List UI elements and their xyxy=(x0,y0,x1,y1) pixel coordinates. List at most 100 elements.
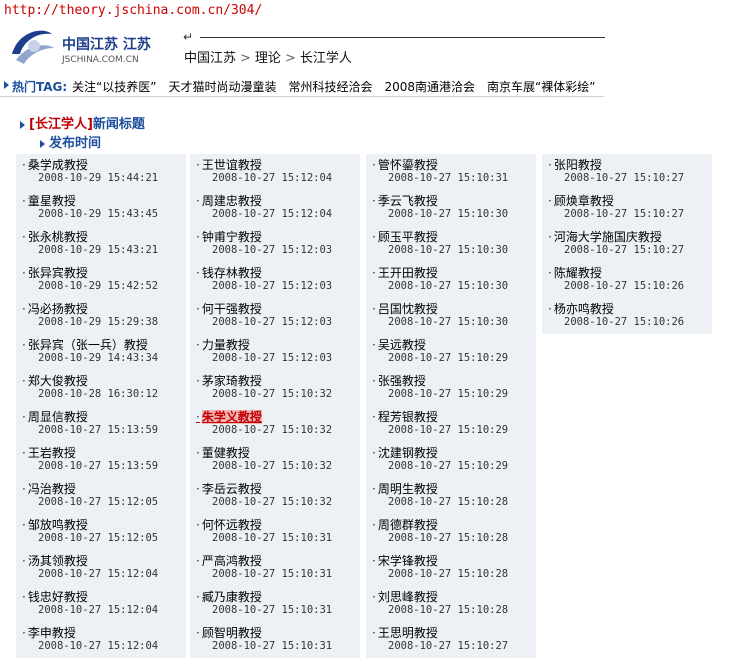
news-item-title[interactable]: · 程芳银教授 xyxy=(372,408,438,425)
news-item[interactable]: · 顾智明教授 2008-10-27 15:10:31 xyxy=(190,622,360,658)
news-item[interactable]: · 张异宾（张一兵）教授 2008-10-29 14:43:34 xyxy=(16,334,186,370)
news-item[interactable]: · 钱忠好教授 2008-10-27 15:12:04 xyxy=(16,586,186,622)
news-item-title[interactable]: · 朱学义教授 xyxy=(196,408,262,425)
news-item-title[interactable]: · 吕国忱教授 xyxy=(372,300,438,317)
news-item[interactable]: · 李申教授 2008-10-27 15:12:04 xyxy=(16,622,186,658)
news-item[interactable]: · 朱学义教授 2008-10-27 15:10:32 xyxy=(190,406,360,442)
news-item-title[interactable]: · 童星教授 xyxy=(22,192,76,209)
news-item-title[interactable]: · 郑大俊教授 xyxy=(22,372,88,389)
news-item[interactable]: · 吴远教授 2008-10-27 15:10:29 xyxy=(366,334,536,370)
news-item-title[interactable]: · 张异宾教授 xyxy=(22,264,88,281)
news-item-title[interactable]: · 桑学成教授 xyxy=(22,156,88,173)
news-item-title[interactable]: · 宋学锋教授 xyxy=(372,552,438,569)
news-item[interactable]: · 周明生教授 2008-10-27 15:10:28 xyxy=(366,478,536,514)
news-item[interactable]: · 茅家琦教授 2008-10-27 15:10:32 xyxy=(190,370,360,406)
news-item[interactable]: · 管怀鎏教授 2008-10-27 15:10:31 xyxy=(366,154,536,190)
hot-tag-link[interactable]: 南京车展“裸体彩绘” xyxy=(487,80,595,94)
news-item[interactable]: · 顾玉平教授 2008-10-27 15:10:30 xyxy=(366,226,536,262)
news-item[interactable]: · 宋学锋教授 2008-10-27 15:10:28 xyxy=(366,550,536,586)
news-item[interactable]: · 顾焕章教授 2008-10-27 15:10:27 xyxy=(542,190,712,226)
news-item[interactable]: · 陈耀教授 2008-10-27 15:10:26 xyxy=(542,262,712,298)
news-item-title[interactable]: · 管怀鎏教授 xyxy=(372,156,438,173)
news-item-title[interactable]: · 李岳云教授 xyxy=(196,480,262,497)
news-item[interactable]: · 邹放鸣教授 2008-10-27 15:12:05 xyxy=(16,514,186,550)
news-item-title[interactable]: · 钱忠好教授 xyxy=(22,588,88,605)
news-item-title[interactable]: · 季云飞教授 xyxy=(372,192,438,209)
news-item-title[interactable]: · 周德群教授 xyxy=(372,516,438,533)
news-item[interactable]: · 王岩教授 2008-10-27 15:13:59 xyxy=(16,442,186,478)
news-item-title[interactable]: · 钱存林教授 xyxy=(196,264,262,281)
site-logo[interactable]: 中国江苏 江苏 JSCHINA.COM.CN xyxy=(8,24,178,70)
news-item-title[interactable]: · 臧乃康教授 xyxy=(196,588,262,605)
news-item-title[interactable]: · 周建忠教授 xyxy=(196,192,262,209)
news-item-title[interactable]: · 刘思峰教授 xyxy=(372,588,438,605)
news-item[interactable]: · 童星教授 2008-10-29 15:43:45 xyxy=(16,190,186,226)
news-item[interactable]: · 郑大俊教授 2008-10-28 16:30:12 xyxy=(16,370,186,406)
news-item-title[interactable]: · 何怀远教授 xyxy=(196,516,262,533)
news-item-title[interactable]: · 冯必扬教授 xyxy=(22,300,88,317)
news-item-title[interactable]: · 顾智明教授 xyxy=(196,624,262,641)
back-arrow-icon[interactable]: ↵ xyxy=(183,30,193,44)
news-item[interactable]: · 力量教授 2008-10-27 15:12:03 xyxy=(190,334,360,370)
news-item[interactable]: · 周德群教授 2008-10-27 15:10:28 xyxy=(366,514,536,550)
news-item[interactable]: · 何干强教授 2008-10-27 15:12:03 xyxy=(190,298,360,334)
news-item-title[interactable]: · 王思明教授 xyxy=(372,624,438,641)
news-item-title[interactable]: · 何干强教授 xyxy=(196,300,262,317)
news-item-title[interactable]: · 邹放鸣教授 xyxy=(22,516,88,533)
news-item[interactable]: · 杨亦鸣教授 2008-10-27 15:10:26 xyxy=(542,298,712,334)
news-item[interactable]: · 桑学成教授 2008-10-29 15:44:21 xyxy=(16,154,186,190)
news-item-title[interactable]: · 严高鸿教授 xyxy=(196,552,262,569)
section-bracket[interactable]: [长江学人] xyxy=(29,117,93,132)
news-item[interactable]: · 何怀远教授 2008-10-27 15:10:31 xyxy=(190,514,360,550)
news-item[interactable]: · 李岳云教授 2008-10-27 15:10:32 xyxy=(190,478,360,514)
news-item-title[interactable]: · 周显信教授 xyxy=(22,408,88,425)
news-item-title[interactable]: · 周明生教授 xyxy=(372,480,438,497)
news-item[interactable]: · 张永桃教授 2008-10-29 15:43:21 xyxy=(16,226,186,262)
breadcrumb-theory[interactable]: 理论 xyxy=(255,51,281,66)
news-item-title[interactable]: · 陈耀教授 xyxy=(548,264,602,281)
news-item-title[interactable]: · 王开田教授 xyxy=(372,264,438,281)
news-item-title[interactable]: · 顾焕章教授 xyxy=(548,192,614,209)
news-item-title[interactable]: · 冯治教授 xyxy=(22,480,76,497)
news-item[interactable]: · 张强教授 2008-10-27 15:10:29 xyxy=(366,370,536,406)
hot-tag-link[interactable]: 常州科技经洽会 xyxy=(288,80,372,94)
news-item-title[interactable]: · 张永桃教授 xyxy=(22,228,88,245)
news-item[interactable]: · 周显信教授 2008-10-27 15:13:59 xyxy=(16,406,186,442)
news-item[interactable]: · 王开田教授 2008-10-27 15:10:30 xyxy=(366,262,536,298)
news-item[interactable]: · 王世谊教授 2008-10-27 15:12:04 xyxy=(190,154,360,190)
hot-tag-link[interactable]: 天才猫时尚动漫童装 xyxy=(168,80,276,94)
news-item[interactable]: · 张阳教授 2008-10-27 15:10:27 xyxy=(542,154,712,190)
news-item[interactable]: · 王思明教授 2008-10-27 15:10:27 xyxy=(366,622,536,658)
news-item-title[interactable]: · 李申教授 xyxy=(22,624,76,641)
news-item[interactable]: · 张异宾教授 2008-10-29 15:42:52 xyxy=(16,262,186,298)
news-item[interactable]: · 董健教授 2008-10-27 15:10:32 xyxy=(190,442,360,478)
news-item[interactable]: · 沈建钢教授 2008-10-27 15:10:29 xyxy=(366,442,536,478)
news-item[interactable]: · 严高鸿教授 2008-10-27 15:10:31 xyxy=(190,550,360,586)
news-item[interactable]: · 季云飞教授 2008-10-27 15:10:30 xyxy=(366,190,536,226)
news-item-title[interactable]: · 钟甫宁教授 xyxy=(196,228,262,245)
news-item[interactable]: · 钟甫宁教授 2008-10-27 15:12:03 xyxy=(190,226,360,262)
news-item-title[interactable]: · 沈建钢教授 xyxy=(372,444,438,461)
news-item[interactable]: · 刘思峰教授 2008-10-27 15:10:28 xyxy=(366,586,536,622)
news-item-title[interactable]: · 董健教授 xyxy=(196,444,250,461)
news-item-title[interactable]: · 王世谊教授 xyxy=(196,156,262,173)
news-item[interactable]: · 程芳银教授 2008-10-27 15:10:29 xyxy=(366,406,536,442)
news-item[interactable]: · 河海大学施国庆教授 2008-10-27 15:10:27 xyxy=(542,226,712,262)
news-item-title[interactable]: · 张强教授 xyxy=(372,372,426,389)
news-item[interactable]: · 冯必扬教授 2008-10-29 15:29:38 xyxy=(16,298,186,334)
news-item-title[interactable]: · 吴远教授 xyxy=(372,336,426,353)
news-item-title[interactable]: · 张异宾（张一兵）教授 xyxy=(22,336,148,353)
breadcrumb-home[interactable]: 中国江苏 xyxy=(184,51,236,66)
hot-tag-link[interactable]: 2008南通港洽会 xyxy=(384,80,475,94)
news-item-title[interactable]: · 河海大学施国庆教授 xyxy=(548,228,662,245)
news-item-title[interactable]: · 王岩教授 xyxy=(22,444,76,461)
news-item-title[interactable]: · 张阳教授 xyxy=(548,156,602,173)
news-item-title[interactable]: · 顾玉平教授 xyxy=(372,228,438,245)
news-item[interactable]: · 吕国忱教授 2008-10-27 15:10:30 xyxy=(366,298,536,334)
hot-tag-link[interactable]: 关注“以技养医” xyxy=(72,80,156,94)
news-item-title[interactable]: · 力量教授 xyxy=(196,336,250,353)
news-item[interactable]: · 周建忠教授 2008-10-27 15:12:04 xyxy=(190,190,360,226)
news-item-title[interactable]: · 茅家琦教授 xyxy=(196,372,262,389)
news-item[interactable]: · 钱存林教授 2008-10-27 15:12:03 xyxy=(190,262,360,298)
news-item-title[interactable]: · 汤其领教授 xyxy=(22,552,88,569)
